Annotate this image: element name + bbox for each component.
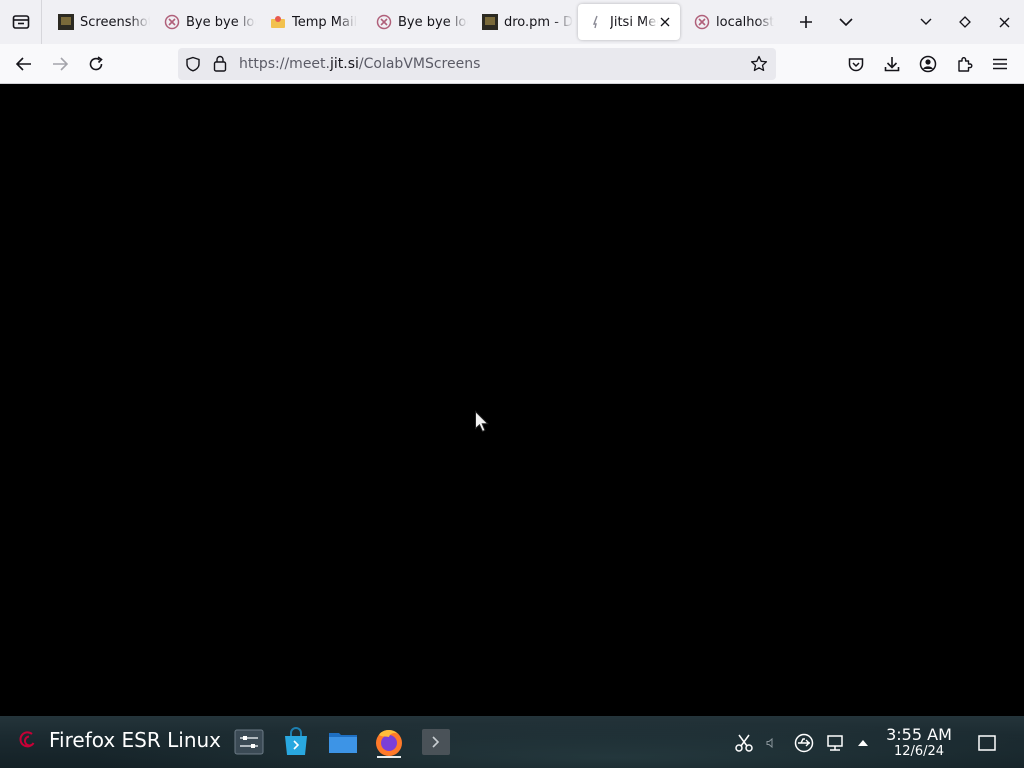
downloads-button[interactable] — [874, 48, 910, 80]
clock-time: 3:55 AM — [886, 725, 952, 744]
tab-jitsi-meet[interactable]: Jitsi Meet — [578, 4, 680, 40]
download-icon — [884, 57, 900, 72]
account-button[interactable] — [910, 48, 946, 80]
tab-screenshot[interactable]: Screenshot — [48, 4, 150, 40]
network-button[interactable] — [824, 732, 846, 754]
url-path: /ColabVMScreens — [358, 56, 481, 72]
lock-icon[interactable] — [213, 55, 227, 76]
tab-title: Bye bye login — [398, 14, 468, 30]
maximize-diamond-icon — [959, 16, 971, 28]
menu-button[interactable] — [982, 48, 1018, 80]
terminal-icon[interactable] — [420, 726, 452, 758]
firefox-view-button[interactable] — [0, 0, 42, 44]
close-icon — [999, 17, 1009, 27]
page-content[interactable] — [0, 85, 1024, 716]
url-text[interactable]: https://meet.jit.si/ColabVMScreens — [239, 56, 480, 72]
volume-button[interactable] — [760, 732, 782, 754]
pocket-button[interactable] — [838, 48, 874, 80]
account-icon — [919, 55, 937, 73]
reload-button[interactable] — [78, 48, 114, 80]
back-button[interactable] — [6, 48, 42, 80]
new-tab-button[interactable] — [786, 0, 826, 44]
pink-x-favicon-icon — [164, 14, 180, 30]
application-launcher[interactable]: Firefox ESR Linux — [18, 728, 221, 752]
tab-localhost[interactable]: localhost — [684, 4, 786, 40]
temp-mail-favicon-icon — [270, 14, 286, 30]
minimize-chevron-icon — [920, 18, 932, 25]
tab-dro-pm[interactable]: dro.pm - D — [472, 4, 574, 40]
scissors-icon — [735, 734, 753, 752]
puzzle-piece-icon — [957, 56, 972, 72]
tab-title: Screenshot — [80, 14, 150, 30]
jitsi-favicon-icon — [588, 14, 604, 30]
volume-muted-icon — [766, 737, 773, 749]
plus-icon — [800, 16, 812, 28]
pink-x-favicon-icon — [376, 14, 392, 30]
dropm-favicon-icon — [482, 14, 498, 30]
tab-strip: Screenshot Bye bye login Temp Mail Bye b… — [42, 0, 788, 44]
url-scheme: https://meet. — [239, 56, 330, 72]
software-store-icon[interactable] — [280, 726, 312, 758]
tab-bye-bye-login[interactable]: Bye bye login — [154, 4, 256, 40]
hamburger-menu-icon — [993, 58, 1007, 70]
file-manager-icon[interactable] — [327, 726, 359, 758]
tab-title: Jitsi Meet — [610, 14, 658, 30]
close-tab-icon[interactable] — [656, 13, 674, 31]
tab-title: dro.pm - D — [504, 14, 574, 30]
tracking-protection-shield-icon[interactable] — [185, 56, 201, 76]
forward-button[interactable] — [42, 48, 78, 80]
pink-x-favicon-icon — [694, 14, 710, 30]
tab-title: Bye bye login — [186, 14, 256, 30]
usb-devices-button[interactable] — [793, 732, 815, 754]
maximize-button[interactable] — [945, 0, 985, 44]
clock-date: 12/6/24 — [893, 744, 945, 759]
network-wired-icon — [827, 735, 843, 751]
mouse-pointer-icon — [475, 410, 490, 433]
firefox-view-icon — [12, 15, 29, 29]
tab-title: localhost — [716, 14, 775, 30]
minimize-button[interactable] — [906, 0, 946, 44]
tab-bye-bye-login-2[interactable]: Bye bye login — [366, 4, 468, 40]
screenshot-favicon-icon — [58, 14, 74, 30]
debian-swirl-icon — [19, 731, 35, 748]
tab-temp-mail[interactable]: Temp Mail — [260, 4, 362, 40]
caret-up-icon — [858, 740, 868, 746]
usb-icon — [794, 733, 814, 753]
extensions-button[interactable] — [946, 48, 982, 80]
tab-title: Temp Mail — [292, 14, 358, 30]
navigation-toolbar: https://meet.jit.si/ColabVMScreens — [0, 44, 1024, 84]
chevron-down-icon — [839, 18, 853, 27]
tab-bar: Screenshot Bye bye login Temp Mail Bye b… — [0, 0, 1024, 44]
start-label: Firefox ESR Linux — [49, 728, 222, 752]
list-all-tabs-button[interactable] — [826, 0, 866, 44]
bookmark-star-icon[interactable] — [750, 55, 768, 77]
back-arrow-icon — [16, 57, 31, 71]
show-hidden-icons-button[interactable] — [852, 732, 874, 754]
digital-clock[interactable]: 3:55 AM 12/6/24 — [884, 725, 954, 759]
close-window-button[interactable] — [984, 0, 1024, 44]
firefox-icon[interactable] — [373, 726, 405, 758]
system-settings-icon[interactable] — [233, 726, 265, 758]
screenshot-tool-button[interactable] — [733, 732, 755, 754]
show-desktop-button[interactable] — [976, 732, 998, 754]
reload-icon — [89, 56, 103, 71]
show-desktop-icon — [978, 735, 996, 751]
pocket-icon — [848, 57, 864, 71]
taskbar: Firefox ESR Linux 3:55 AM 12/6/24 — [0, 716, 1024, 768]
address-bar[interactable]: https://meet.jit.si/ColabVMScreens — [178, 48, 776, 80]
forward-arrow-icon — [53, 57, 68, 71]
url-host: jit.si — [330, 56, 359, 72]
